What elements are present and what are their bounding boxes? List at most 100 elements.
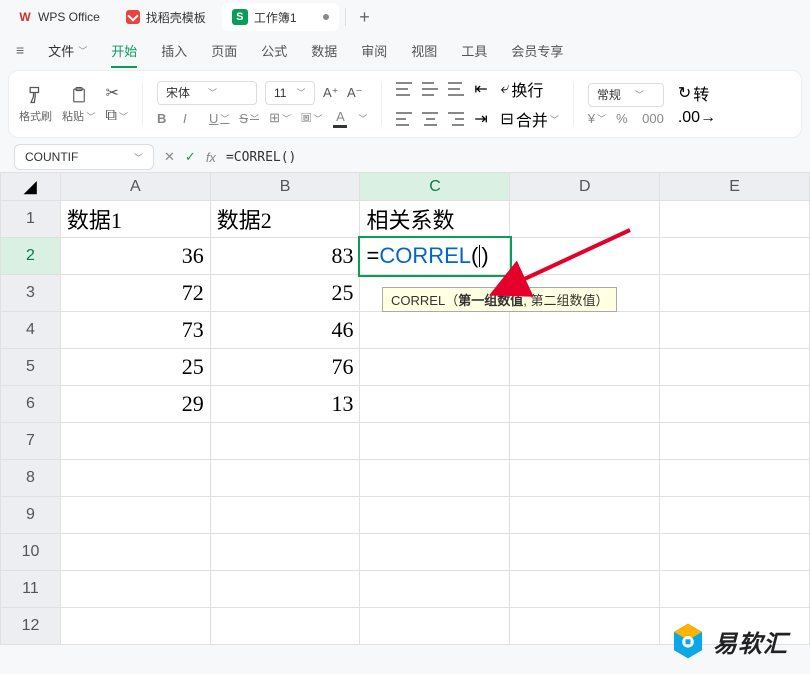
cell[interactable] bbox=[60, 534, 210, 571]
merge-cells-button[interactable]: ⊟ 合并 ﹀ bbox=[500, 107, 558, 131]
tab-templates[interactable]: 找稻壳模板 bbox=[116, 3, 216, 31]
cell[interactable] bbox=[510, 534, 660, 571]
cell[interactable] bbox=[660, 423, 810, 460]
cell-c2-editing[interactable]: =CORREL() bbox=[360, 238, 510, 275]
row-header-1[interactable]: 1 bbox=[1, 201, 61, 238]
cell[interactable] bbox=[210, 497, 360, 534]
cell[interactable] bbox=[60, 571, 210, 608]
comma-style-button[interactable]: 000 bbox=[642, 111, 664, 126]
align-left-button[interactable] bbox=[396, 112, 412, 126]
cell[interactable] bbox=[360, 423, 510, 460]
align-top-button[interactable] bbox=[396, 82, 412, 96]
indent-increase-button[interactable]: ⇥ bbox=[474, 109, 490, 129]
tab-workbook[interactable]: S 工作簿1 bbox=[222, 3, 339, 31]
cell[interactable] bbox=[60, 497, 210, 534]
cell-d6[interactable] bbox=[510, 386, 660, 423]
row-header-2[interactable]: 2 bbox=[1, 238, 61, 275]
cell[interactable] bbox=[510, 423, 660, 460]
underline-button[interactable]: U ﹀ bbox=[209, 111, 229, 126]
cell[interactable] bbox=[60, 423, 210, 460]
menu-formula[interactable]: 公式 bbox=[261, 41, 287, 60]
formula-confirm-button[interactable]: ✓ bbox=[185, 149, 196, 165]
menu-start[interactable]: 开始 bbox=[111, 41, 137, 60]
cell-c6[interactable] bbox=[360, 386, 510, 423]
decrease-decimal-button[interactable]: .00→ bbox=[678, 109, 716, 127]
cell-a3[interactable]: 72 bbox=[60, 275, 210, 312]
spreadsheet-grid[interactable]: ◢ A B C D E 1 数据1 数据2 相关系数 2 36 83 =CORR… bbox=[0, 172, 810, 645]
cell[interactable] bbox=[510, 571, 660, 608]
indent-decrease-button[interactable]: ⇤ bbox=[474, 79, 490, 99]
cell-e5[interactable] bbox=[660, 349, 810, 386]
format-painter-button[interactable]: 格式刷 bbox=[19, 84, 52, 124]
hamburger-icon[interactable]: ≡ bbox=[16, 42, 24, 58]
align-center-button[interactable] bbox=[422, 112, 438, 126]
font-size-select[interactable]: 11 ﹀ bbox=[265, 81, 315, 105]
cell[interactable] bbox=[660, 571, 810, 608]
row-header-7[interactable]: 7 bbox=[1, 423, 61, 460]
cell-b5[interactable]: 76 bbox=[210, 349, 360, 386]
cell-e6[interactable] bbox=[660, 386, 810, 423]
cell[interactable] bbox=[360, 497, 510, 534]
paste-button[interactable]: 粘贴 ﹀ bbox=[62, 84, 96, 124]
formula-input[interactable]: =CORREL() bbox=[226, 150, 296, 165]
number-format-select[interactable]: 常规 ﹀ bbox=[588, 83, 664, 107]
menu-data[interactable]: 数据 bbox=[311, 41, 337, 60]
file-menu[interactable]: 文件 ﹀ bbox=[48, 41, 87, 60]
cell-a2[interactable]: 36 bbox=[60, 238, 210, 275]
cell[interactable] bbox=[210, 571, 360, 608]
italic-button[interactable]: I bbox=[183, 111, 199, 126]
menu-insert[interactable]: 插入 bbox=[161, 41, 187, 60]
row-header-9[interactable]: 9 bbox=[1, 497, 61, 534]
cell[interactable] bbox=[60, 460, 210, 497]
column-header-e[interactable]: E bbox=[660, 173, 810, 201]
align-bottom-button[interactable] bbox=[448, 82, 464, 96]
add-tab-button[interactable]: + bbox=[352, 4, 378, 30]
font-color-button[interactable]: A bbox=[332, 109, 348, 128]
menu-page[interactable]: 页面 bbox=[211, 41, 237, 60]
cell-b3[interactable]: 25 bbox=[210, 275, 360, 312]
decrease-font-button[interactable]: A⁻ bbox=[347, 85, 363, 101]
row-header-10[interactable]: 10 bbox=[1, 534, 61, 571]
column-header-b[interactable]: B bbox=[210, 173, 360, 201]
cell[interactable] bbox=[660, 497, 810, 534]
menu-tools[interactable]: 工具 bbox=[461, 41, 487, 60]
cell[interactable] bbox=[60, 608, 210, 645]
menu-view[interactable]: 视图 bbox=[411, 41, 437, 60]
font-name-select[interactable]: 宋体 ﹀ bbox=[157, 81, 257, 105]
increase-font-button[interactable]: A⁺ bbox=[323, 85, 339, 101]
cell-d5[interactable] bbox=[510, 349, 660, 386]
cell[interactable] bbox=[660, 460, 810, 497]
cell[interactable] bbox=[360, 608, 510, 645]
cell[interactable] bbox=[210, 460, 360, 497]
cell-c1[interactable]: 相关系数 bbox=[360, 201, 510, 238]
cell-b4[interactable]: 46 bbox=[210, 312, 360, 349]
cell[interactable] bbox=[510, 497, 660, 534]
cell-e4[interactable] bbox=[660, 312, 810, 349]
cell-a5[interactable]: 25 bbox=[60, 349, 210, 386]
percent-button[interactable]: % bbox=[616, 111, 632, 126]
name-box[interactable]: COUNTIF ﹀ bbox=[14, 144, 154, 170]
row-header-6[interactable]: 6 bbox=[1, 386, 61, 423]
tab-wps-office[interactable]: W WPS Office bbox=[8, 3, 110, 31]
row-header-12[interactable]: 12 bbox=[1, 608, 61, 645]
cell-e3[interactable] bbox=[660, 275, 810, 312]
column-header-d[interactable]: D bbox=[510, 173, 660, 201]
row-header-5[interactable]: 5 bbox=[1, 349, 61, 386]
row-header-4[interactable]: 4 bbox=[1, 312, 61, 349]
cell-a4[interactable]: 73 bbox=[60, 312, 210, 349]
copy-button[interactable]: ⧉ ﹀ bbox=[106, 107, 128, 125]
column-header-a[interactable]: A bbox=[60, 173, 210, 201]
cell-c5[interactable] bbox=[360, 349, 510, 386]
menu-member[interactable]: 会员专享 bbox=[511, 41, 563, 60]
cell-e1[interactable] bbox=[660, 201, 810, 238]
currency-button[interactable]: ¥ ﹀ bbox=[588, 111, 606, 126]
cell[interactable] bbox=[210, 534, 360, 571]
border-button[interactable]: ⊞ ﹀ bbox=[269, 110, 291, 126]
menu-review[interactable]: 审阅 bbox=[361, 41, 387, 60]
cell[interactable] bbox=[660, 534, 810, 571]
fx-icon[interactable]: fx bbox=[206, 150, 216, 165]
strikethrough-button[interactable]: S ﹀ bbox=[239, 111, 259, 126]
align-right-button[interactable] bbox=[448, 112, 464, 126]
cell-a6[interactable]: 29 bbox=[60, 386, 210, 423]
row-header-11[interactable]: 11 bbox=[1, 571, 61, 608]
